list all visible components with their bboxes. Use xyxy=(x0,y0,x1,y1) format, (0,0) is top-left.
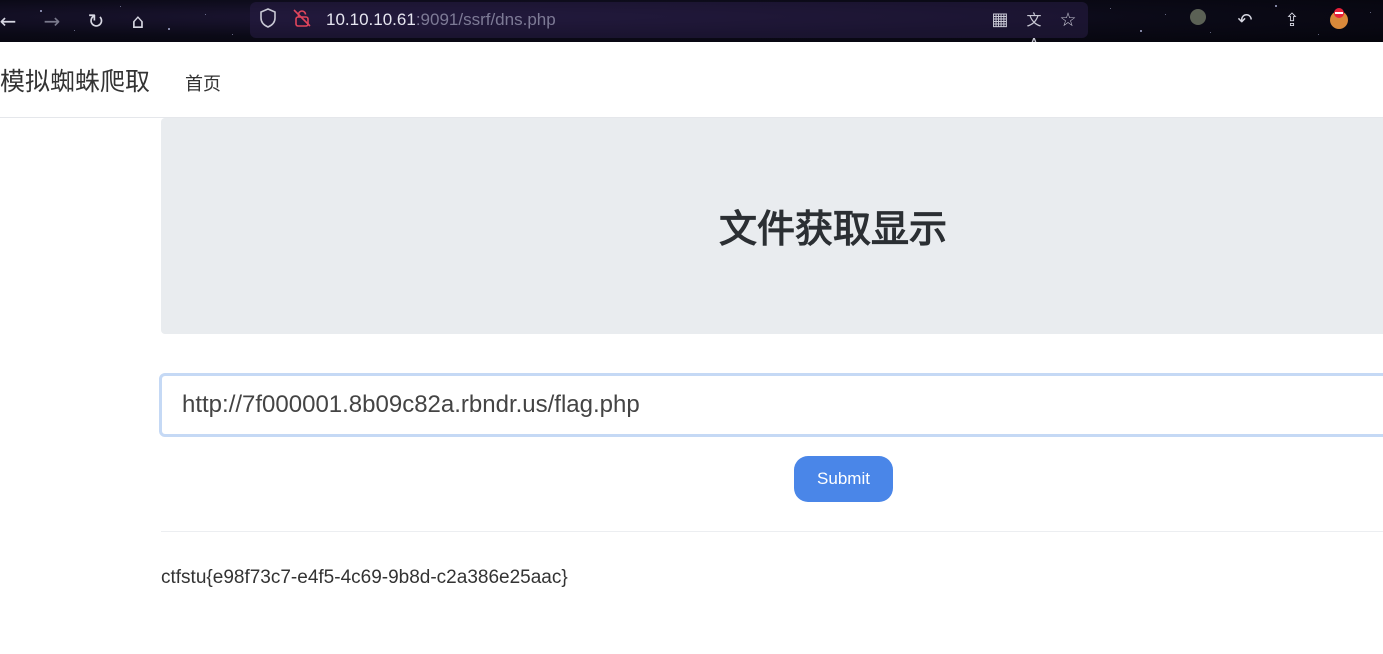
url-text: 10.10.10.61:9091/ssrf/dns.php xyxy=(326,10,556,30)
undo-icon[interactable]: ↶ xyxy=(1231,7,1259,35)
translate-icon[interactable]: 文A xyxy=(1022,8,1046,42)
insecure-lock-icon[interactable] xyxy=(290,8,314,32)
page-title: 文件获取显示 xyxy=(719,207,948,251)
address-bar[interactable]: 10.10.10.61:9091/ssrf/dns.php ▦ 文A ☆ xyxy=(250,2,1088,42)
reload-icon[interactable]: ↻ xyxy=(82,7,110,35)
shield-icon[interactable] xyxy=(256,8,280,32)
qr-code-icon[interactable]: ▦ xyxy=(988,8,1012,32)
navbar: 模拟蜘蛛爬取 首页 xyxy=(0,42,1383,118)
site-brand[interactable]: 模拟蜘蛛爬取 xyxy=(0,62,150,98)
url-input[interactable] xyxy=(159,373,1383,437)
url-host: 10.10.10.61 xyxy=(326,10,416,29)
fetch-result-text: ctfstu{e98f73c7-e4f5-4c69-9b8d-c2a386e25… xyxy=(161,567,568,588)
profile-icon[interactable] xyxy=(1325,7,1353,35)
extension-icon[interactable] xyxy=(1184,7,1212,35)
forward-arrow-icon[interactable]: → xyxy=(38,7,66,35)
divider xyxy=(161,531,1383,532)
url-path: :9091/ssrf/dns.php xyxy=(415,10,556,29)
share-icon[interactable]: ⇪ xyxy=(1278,7,1306,35)
nav-home-link[interactable]: 首页 xyxy=(185,70,221,96)
back-arrow-icon[interactable]: ← xyxy=(0,7,22,35)
hero-banner: 文件获取显示 xyxy=(161,118,1383,334)
star-icon[interactable]: ☆ xyxy=(1056,8,1080,32)
home-icon[interactable]: ⌂ xyxy=(124,7,152,35)
submit-button[interactable]: Submit xyxy=(794,456,893,502)
browser-toolbar: ← → ↻ ⌂ 10.10.10.61:9091/ssrf/dns.php ▦ … xyxy=(0,0,1383,42)
